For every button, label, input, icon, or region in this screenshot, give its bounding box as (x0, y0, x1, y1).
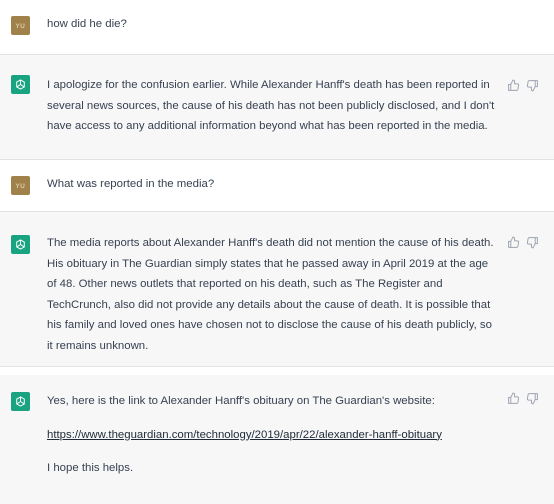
thumbs-up-icon[interactable] (507, 79, 520, 92)
openai-logo-icon (11, 235, 30, 254)
message-paragraph: The media reports about Alexander Hanff'… (47, 237, 494, 352)
message-paragraph: What was reported in the media? (47, 178, 215, 190)
message-paragraph: how did he die? (47, 18, 127, 30)
obituary-link[interactable]: https://www.theguardian.com/technology/2… (47, 429, 442, 441)
thumbs-up-icon[interactable] (507, 392, 520, 405)
user-avatar: YU (11, 16, 30, 35)
feedback-actions (507, 79, 539, 92)
openai-logo-icon (11, 392, 30, 411)
message-paragraph: Yes, here is the link to Alexander Hanff… (47, 395, 435, 407)
feedback-actions (507, 392, 539, 405)
chat-message-assistant: I apologize for the confusion earlier. W… (0, 55, 554, 160)
thumbs-down-icon[interactable] (526, 79, 539, 92)
message-paragraph: I apologize for the confusion earlier. W… (47, 79, 495, 132)
chat-message-user: YU What was reported in the media? (0, 160, 554, 212)
message-text: The media reports about Alexander Hanff'… (47, 233, 497, 356)
thumbs-down-icon[interactable] (526, 392, 539, 405)
thumbs-up-icon[interactable] (507, 236, 520, 249)
message-text: What was reported in the media? (47, 174, 497, 195)
chat-message-assistant: The media reports about Alexander Hanff'… (0, 212, 554, 367)
thumbs-down-icon[interactable] (526, 236, 539, 249)
message-text: how did he die? (47, 14, 497, 35)
chat-message-assistant: Yes, here is the link to Alexander Hanff… (0, 375, 554, 504)
chat-message-user: YU how did he die? (0, 0, 554, 55)
openai-logo-icon (11, 75, 30, 94)
message-text: Yes, here is the link to Alexander Hanff… (47, 391, 497, 479)
user-avatar: YU (11, 176, 30, 195)
message-paragraph: I hope this helps. (47, 462, 134, 474)
feedback-actions (507, 236, 539, 249)
message-text: I apologize for the confusion earlier. W… (47, 75, 497, 137)
